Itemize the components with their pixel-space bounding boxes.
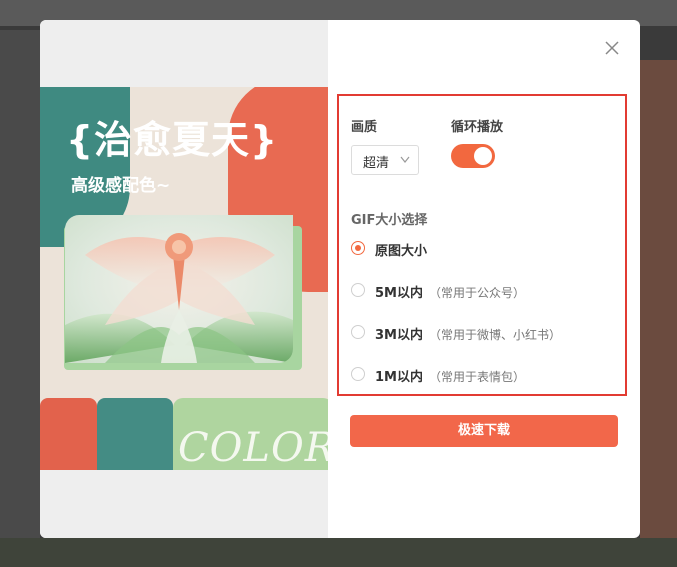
swatch-coral <box>40 398 97 470</box>
radio-checked-icon <box>351 241 365 255</box>
radio-icon <box>351 367 365 381</box>
quality-value: 超清 <box>363 156 390 171</box>
quality-select[interactable]: 超清 <box>351 145 419 175</box>
background-left-strip <box>0 30 40 560</box>
size-option-label: 原图大小 <box>375 244 428 259</box>
background-bottom-strip <box>0 538 677 567</box>
close-icon[interactable] <box>602 38 622 58</box>
download-options: 画质 超清 循环播放 GIF大小选择 原图大小 5M以内 （常用于公众号） 3M以… <box>337 94 627 396</box>
size-option-note: （常用于微博、小红书） <box>428 328 561 342</box>
gif-preview: {治愈夏天} 高级感配色~ COLOR <box>40 87 328 470</box>
radio-icon <box>351 283 365 297</box>
size-option-label: 3M以内 （常用于微博、小红书） <box>375 328 561 343</box>
poster-title: {治愈夏天} <box>66 118 279 162</box>
background-right-strip <box>640 60 677 560</box>
toggle-knob <box>474 147 492 165</box>
loop-label: 循环播放 <box>451 120 504 135</box>
fast-download-button[interactable]: 极速下载 <box>350 415 618 447</box>
chevron-down-icon <box>400 156 410 163</box>
size-option-label: 1M以内 （常用于表情包） <box>375 370 525 385</box>
gif-size-label: GIF大小选择 <box>351 213 428 228</box>
loop-toggle[interactable] <box>451 144 495 168</box>
poster-subtitle: 高级感配色~ <box>71 176 171 196</box>
size-option-note: （常用于表情包） <box>428 370 525 384</box>
quality-label: 画质 <box>351 120 378 135</box>
download-dialog: {治愈夏天} 高级感配色~ COLOR 画质 超清 循环播放 GIF大小选择 原… <box>40 20 640 538</box>
preview-pane: {治愈夏天} 高级感配色~ COLOR <box>40 20 328 538</box>
size-option-label: 5M以内 （常用于公众号） <box>375 286 525 301</box>
size-option-note: （常用于公众号） <box>428 286 525 300</box>
flower-image <box>65 215 293 363</box>
swatch-teal <box>97 398 173 470</box>
color-word: COLOR <box>178 425 328 470</box>
radio-icon <box>351 325 365 339</box>
